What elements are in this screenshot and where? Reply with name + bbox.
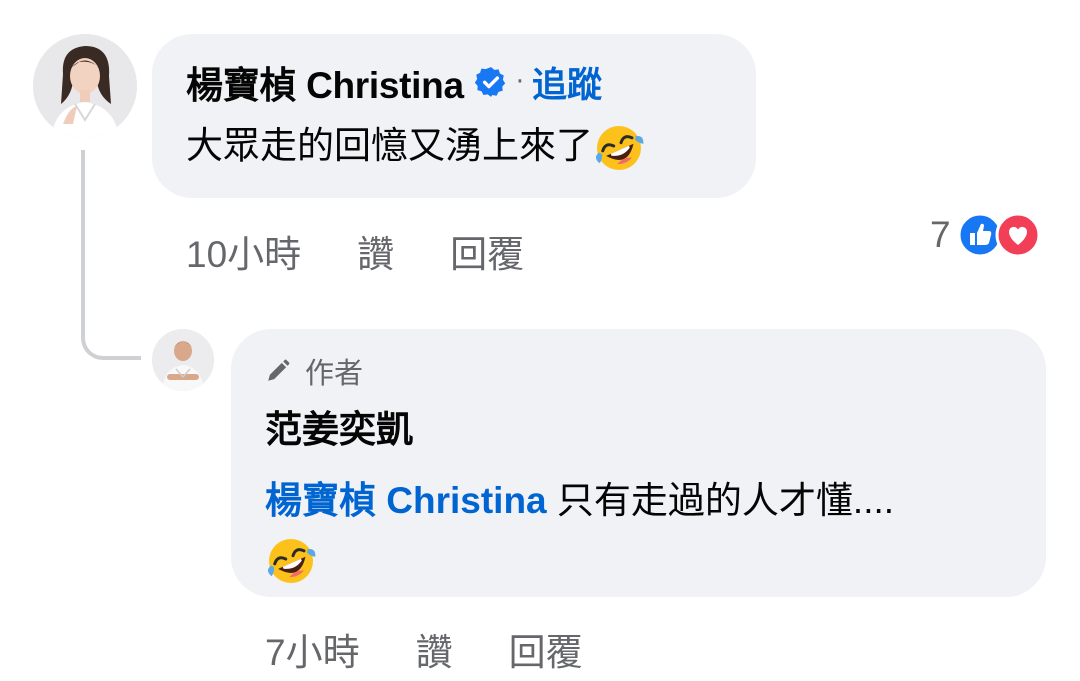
reaction-summary[interactable]: 7 xyxy=(930,212,1043,258)
love-reaction-icon xyxy=(995,212,1041,258)
comment-author-name[interactable]: 楊寶楨 Christina xyxy=(186,55,464,109)
reply-author-avatar[interactable] xyxy=(152,329,214,391)
reply-bubble: 作者 范姜奕凱 楊寶楨 Christina 只有走過的人才懂.... xyxy=(231,329,1046,597)
reply-actions: 7小時 讚 回覆 xyxy=(265,622,583,676)
author-badge-row: 作者 xyxy=(265,353,1012,390)
reply-button[interactable]: 回覆 xyxy=(509,622,583,676)
verified-badge-icon xyxy=(474,65,508,99)
dot-separator: · xyxy=(515,67,525,97)
thread-connector xyxy=(81,150,141,360)
comment-actions: 10小時 讚 回覆 xyxy=(186,224,524,278)
comment-timestamp[interactable]: 10小時 xyxy=(186,224,301,278)
reply-text-row: 楊寶楨 Christina 只有走過的人才懂.... xyxy=(265,473,1012,529)
pencil-icon xyxy=(265,358,291,384)
comment-bubble: 楊寶楨 Christina · 追蹤 大眾走的回憶又湧上來了 xyxy=(152,34,756,198)
reaction-count: 7 xyxy=(930,214,951,255)
reaction-icons xyxy=(957,212,1043,258)
author-badge: 作者 xyxy=(305,358,364,390)
mention-link[interactable]: 楊寶楨 Christina xyxy=(265,480,547,521)
comment-text: 大眾走的回憶又湧上來了 xyxy=(186,125,593,166)
reply-timestamp[interactable]: 7小時 xyxy=(265,622,360,676)
reply-text: 只有走過的人才懂.... xyxy=(556,480,895,521)
reply-author-name[interactable]: 范姜奕凱 xyxy=(265,403,1012,457)
reply-button[interactable]: 回覆 xyxy=(450,224,524,278)
commenter-avatar[interactable] xyxy=(33,34,137,138)
like-button[interactable]: 讚 xyxy=(416,622,453,676)
like-button[interactable]: 讚 xyxy=(357,224,394,278)
comment-text-row: 大眾走的回憶又湧上來了 xyxy=(186,118,722,174)
rolling-laughing-emoji-icon xyxy=(593,122,644,170)
rolling-laughing-emoji-icon xyxy=(265,535,316,583)
reply-emoji-row xyxy=(265,535,1012,591)
follow-button[interactable]: 追蹤 xyxy=(532,57,602,108)
